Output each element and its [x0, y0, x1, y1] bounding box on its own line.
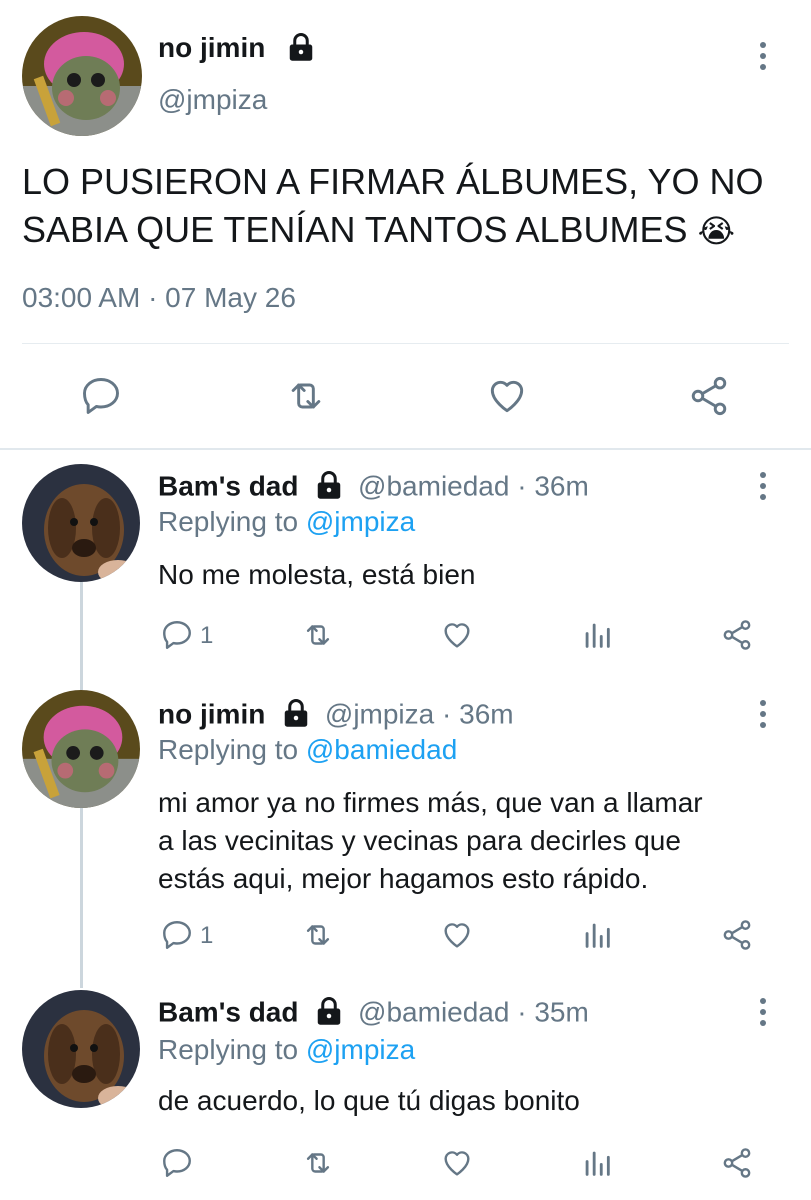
replying-to-label: Replying to — [158, 506, 299, 537]
reply-text-line: a las vecinitas y vecinas para decirles … — [158, 825, 681, 856]
main-tweet-text-line: SABIA QUE TENÍAN TANTOS ALBUMES — [22, 209, 688, 250]
replying-to: Replying to @jmpiza — [158, 1034, 415, 1066]
reply-time[interactable]: · 36m — [442, 698, 514, 729]
like-icon[interactable] — [484, 374, 530, 418]
lock-icon — [289, 33, 313, 61]
main-timestamp[interactable]: 03:00 AM · 07 May 26 — [22, 282, 296, 314]
lock-icon — [284, 699, 308, 727]
replying-to-handle[interactable]: @jmpiza — [306, 506, 415, 537]
share-icon[interactable] — [720, 918, 754, 952]
share-icon[interactable] — [720, 1146, 754, 1180]
divider — [0, 448, 811, 450]
lock-icon — [318, 997, 341, 1025]
reply-text: No me molesta, está bien — [158, 556, 476, 594]
reply-time[interactable]: · 35m — [517, 996, 589, 1027]
reply-display-name[interactable]: Bam's dad — [158, 996, 298, 1027]
main-display-name[interactable]: no jimin — [158, 32, 265, 64]
thread-line — [80, 808, 83, 988]
analytics-icon[interactable] — [580, 918, 614, 952]
retweet-icon[interactable] — [282, 374, 330, 418]
reply-icon[interactable] — [160, 618, 194, 652]
thread-line — [80, 582, 83, 690]
like-icon[interactable] — [440, 918, 474, 952]
reply-icon[interactable] — [160, 918, 194, 952]
replying-to-handle[interactable]: @bamiedad — [306, 734, 457, 765]
retweet-icon[interactable] — [300, 618, 336, 652]
retweet-icon[interactable] — [300, 1146, 336, 1180]
reply-count: 1 — [200, 622, 214, 649]
divider — [22, 343, 789, 344]
reply-text: mi amor ya no firmes más, que van a llam… — [158, 784, 703, 898]
reply-text: de acuerdo, lo que tú digas bonito — [158, 1082, 580, 1120]
reply-icon[interactable] — [160, 1146, 194, 1180]
retweet-icon[interactable] — [300, 918, 336, 952]
avatar-bams-dad[interactable] — [22, 990, 140, 1108]
reply-text-line: No me molesta, está bien — [158, 559, 476, 590]
avatar-no-jimin[interactable] — [22, 16, 142, 136]
replying-to: Replying to @jmpiza — [158, 506, 415, 538]
more-options-icon[interactable] — [758, 42, 768, 75]
more-options-icon[interactable] — [758, 700, 768, 733]
reply-text-line: mi amor ya no firmes más, que van a llam… — [158, 787, 703, 818]
reply-header: Bam's dad @bamiedad · 36m — [158, 470, 589, 506]
reply-handle[interactable]: @bamiedad — [358, 996, 509, 1027]
main-tweet-text-line: LO PUSIERON A FIRMAR ÁLBUMES, YO NO — [22, 161, 764, 202]
reply-handle[interactable]: @bamiedad — [358, 470, 509, 501]
like-icon[interactable] — [440, 1146, 474, 1180]
reply-icon[interactable] — [78, 374, 124, 418]
avatar-bams-dad[interactable] — [22, 464, 140, 582]
lock-icon — [318, 471, 341, 499]
reply-text-line: de acuerdo, lo que tú digas bonito — [158, 1085, 580, 1116]
main-tweet-text: LO PUSIERON A FIRMAR ÁLBUMES, YO NO SABI… — [22, 158, 802, 255]
crying-emoji: 😭 — [697, 213, 735, 249]
replying-to: Replying to @bamiedad — [158, 734, 457, 766]
reply-count: 1 — [200, 922, 214, 949]
replying-to-handle[interactable]: @jmpiza — [306, 1034, 415, 1065]
share-icon[interactable] — [720, 618, 754, 652]
more-options-icon[interactable] — [758, 472, 768, 505]
like-icon[interactable] — [440, 618, 474, 652]
share-icon[interactable] — [686, 374, 732, 418]
more-options-icon[interactable] — [758, 998, 768, 1031]
reply-header: no jimin @jmpiza · 36m — [158, 698, 514, 734]
analytics-icon[interactable] — [580, 1146, 614, 1180]
reply-display-name[interactable]: Bam's dad — [158, 470, 298, 501]
reply-time[interactable]: · 36m — [517, 470, 589, 501]
replying-to-label: Replying to — [158, 734, 299, 765]
main-handle[interactable]: @jmpiza — [158, 84, 267, 116]
reply-display-name[interactable]: no jimin — [158, 698, 265, 729]
replying-to-label: Replying to — [158, 1034, 299, 1065]
reply-text-line: estás aqui, mejor hagamos esto rápido. — [158, 863, 649, 894]
reply-header: Bam's dad @bamiedad · 35m — [158, 996, 589, 1032]
reply-handle[interactable]: @jmpiza — [325, 698, 434, 729]
avatar-no-jimin[interactable] — [22, 690, 140, 808]
analytics-icon[interactable] — [580, 618, 614, 652]
